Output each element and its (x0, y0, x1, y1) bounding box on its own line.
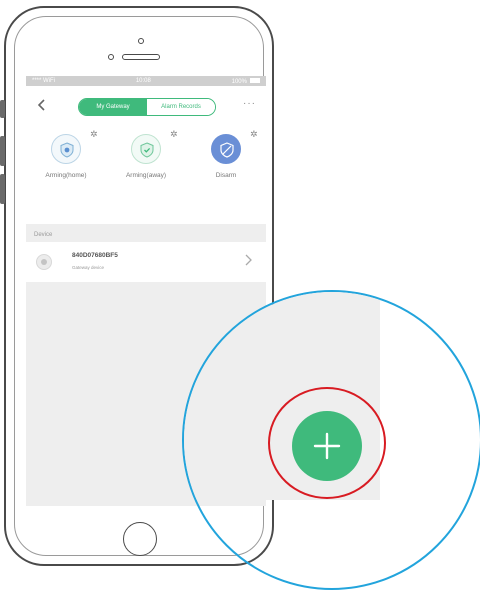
shield-away-icon: ✲ (131, 129, 178, 164)
chevron-right-icon (245, 254, 252, 269)
gear-icon[interactable]: ✲ (170, 129, 178, 140)
status-battery: 100% (232, 77, 260, 85)
volume-up-button (0, 136, 5, 166)
shield-home-icon: ✲ (51, 129, 98, 164)
device-list-item[interactable]: 840D07680BF5 Gateway device (26, 242, 266, 282)
front-camera-icon (138, 38, 144, 44)
mode-arming-home[interactable]: ✲ Arming(home) (36, 129, 98, 179)
battery-icon (249, 77, 260, 83)
tab-alarm-records[interactable]: Alarm Records (147, 99, 215, 115)
device-subtitle: Gateway device (72, 265, 105, 270)
mute-switch (0, 100, 5, 118)
mode-panel: ✲ Arming(home) ✲ Arming(away) ✲ Disarm (26, 126, 266, 224)
header-segmented-control: My Gateway Alarm Records (78, 98, 216, 116)
gear-icon[interactable]: ✲ (250, 129, 258, 140)
mode-label: Disarm (215, 172, 237, 179)
device-name: 840D07680BF5 (72, 252, 118, 259)
chevron-left-icon (37, 99, 45, 111)
status-bar: **** WiFi 10:08 100% (26, 76, 266, 86)
plus-icon (313, 432, 341, 460)
gear-icon[interactable]: ✲ (90, 129, 98, 140)
earpiece-speaker (122, 54, 160, 60)
back-button[interactable] (37, 99, 46, 113)
app-header: My Gateway Alarm Records ··· (26, 86, 266, 126)
gateway-device-icon (36, 254, 52, 270)
add-device-button[interactable] (292, 411, 362, 481)
shield-disarm-icon: ✲ (211, 129, 258, 164)
home-button[interactable] (123, 522, 157, 556)
section-header-device: Device (34, 232, 53, 238)
volume-down-button (0, 174, 5, 204)
status-carrier: **** WiFi (32, 78, 56, 84)
sensor-dot-icon (108, 54, 114, 60)
more-button[interactable]: ··· (243, 98, 256, 109)
tab-my-gateway[interactable]: My Gateway (79, 99, 147, 115)
status-time: 10:08 (135, 78, 151, 84)
mode-label: Arming(away) (125, 172, 167, 179)
mode-disarm[interactable]: ✲ Disarm (196, 129, 258, 179)
mode-arming-away[interactable]: ✲ Arming(away) (116, 129, 178, 179)
mode-label: Arming(home) (45, 172, 87, 179)
